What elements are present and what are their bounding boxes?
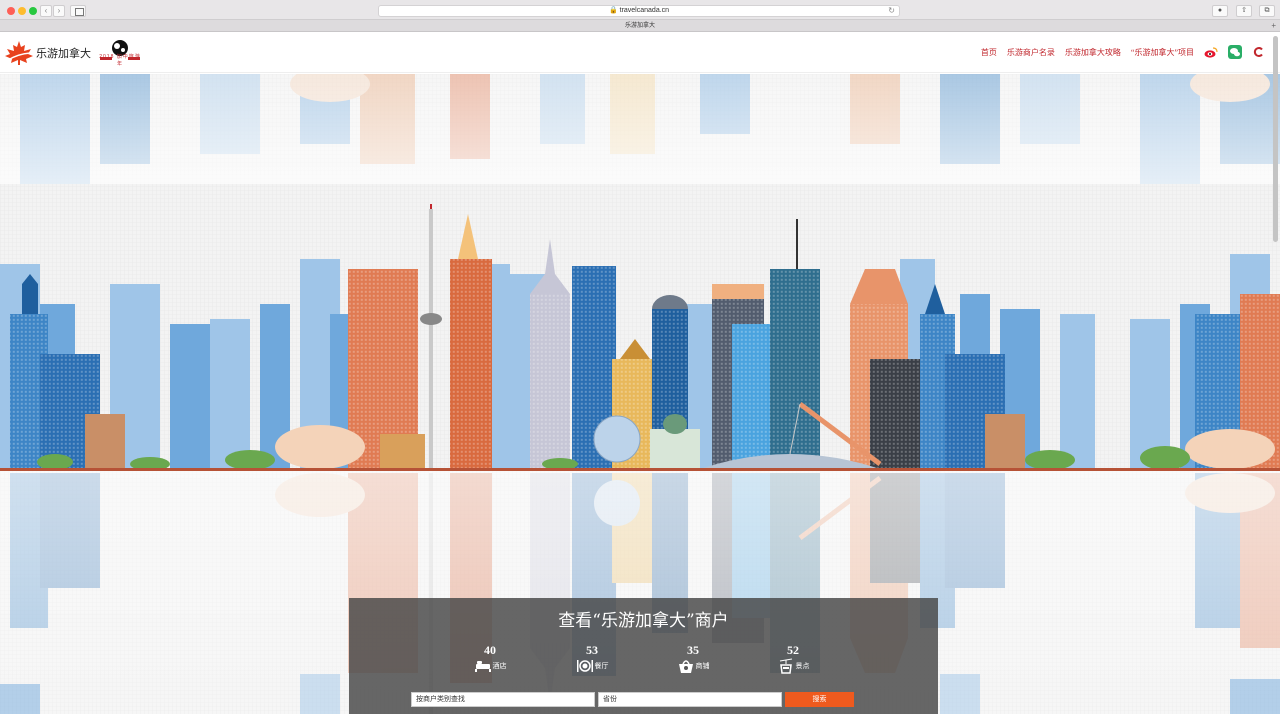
attraction-count: 52 <box>787 643 799 657</box>
minimize-window-button[interactable] <box>18 7 26 15</box>
address-bar[interactable]: 🔒 travelcanada.cn ↻ <box>378 5 900 17</box>
site-logo[interactable]: 乐游加拿大 <box>4 39 91 67</box>
nav-merchant-directory[interactable]: 乐游商户名录 <box>1007 47 1055 58</box>
search-button[interactable]: 搜索 <box>785 692 854 707</box>
close-window-button[interactable] <box>7 7 15 15</box>
wechat-icon[interactable] <box>1228 45 1242 59</box>
shop-count: 35 <box>687 643 699 657</box>
restaurant-icon <box>576 660 593 672</box>
tabs-overview-icon[interactable]: ⧉ <box>1259 5 1275 17</box>
restaurant-label: 餐厅 <box>594 663 609 670</box>
shop-icon <box>678 660 693 673</box>
sidebar-toggle-icon[interactable] <box>70 5 86 17</box>
search-form: 按商户类别查找 省份 搜索 <box>411 692 854 707</box>
attraction-label: 景点 <box>795 663 810 670</box>
maximize-window-button[interactable] <box>29 7 37 15</box>
hotel-label: 酒店 <box>492 663 507 670</box>
browser-toolbar: ‹ › 🔒 travelcanada.cn ↻ ● ⇧ ⧉ <box>0 0 1280 20</box>
stat-restaurants[interactable]: 53 餐厅 <box>562 644 622 674</box>
share-icon[interactable]: ⇧ <box>1236 5 1252 17</box>
tab-bar: 乐游加拿大 + <box>0 20 1280 32</box>
back-icon[interactable]: ‹ <box>40 5 52 17</box>
merchant-search-panel: 查看“乐游加拿大”商户 40 酒店 53 餐厅 35 商铺 52 景点 按商户类… <box>349 598 938 714</box>
site-header: 乐游加拿大 2018 加中旅游年 首页 乐游商户名录 乐游加拿大攻略 “乐游加拿… <box>0 33 1280 73</box>
logo-2018-caption: 2018 加中旅游年 <box>99 54 141 67</box>
hotel-icon <box>474 661 491 672</box>
weibo-icon[interactable] <box>1204 46 1218 58</box>
main-nav: 首页 乐游商户名录 乐游加拿大攻略 “乐游加拿大”项目 <box>981 45 1266 59</box>
nav-travel-guide[interactable]: 乐游加拿大攻略 <box>1065 47 1121 58</box>
new-tab-icon[interactable]: + <box>1271 20 1276 32</box>
stat-shops[interactable]: 35 商铺 <box>663 644 723 674</box>
logo-text: 乐游加拿大 <box>36 47 91 60</box>
attraction-icon <box>779 658 792 674</box>
province-select[interactable]: 省份 <box>598 692 782 707</box>
maple-leaf-icon <box>5 41 33 65</box>
category-select[interactable]: 按商户类别查找 <box>411 692 595 707</box>
panel-title: 查看“乐游加拿大”商户 <box>558 611 729 631</box>
tab-active[interactable]: 乐游加拿大 <box>625 23 655 29</box>
nav-home[interactable]: 首页 <box>981 47 997 58</box>
hotel-count: 40 <box>484 643 496 657</box>
restaurant-count: 53 <box>586 643 598 657</box>
url-text: travelcanada.cn <box>619 7 670 14</box>
download-icon[interactable]: ● <box>1212 5 1228 17</box>
stat-hotels[interactable]: 40 酒店 <box>460 644 520 674</box>
stat-attractions[interactable]: 52 景点 <box>763 644 823 674</box>
c-icon[interactable] <box>1252 46 1266 58</box>
reload-icon[interactable]: ↻ <box>888 6 895 16</box>
lock-icon: 🔒 <box>608 7 618 14</box>
canada-china-year-logo: 2018 加中旅游年 <box>98 37 142 71</box>
shop-label: 商铺 <box>695 663 710 670</box>
page-scrollbar[interactable] <box>1273 36 1278 242</box>
nav-project[interactable]: “乐游加拿大”项目 <box>1131 47 1194 58</box>
forward-icon[interactable]: › <box>53 5 65 17</box>
